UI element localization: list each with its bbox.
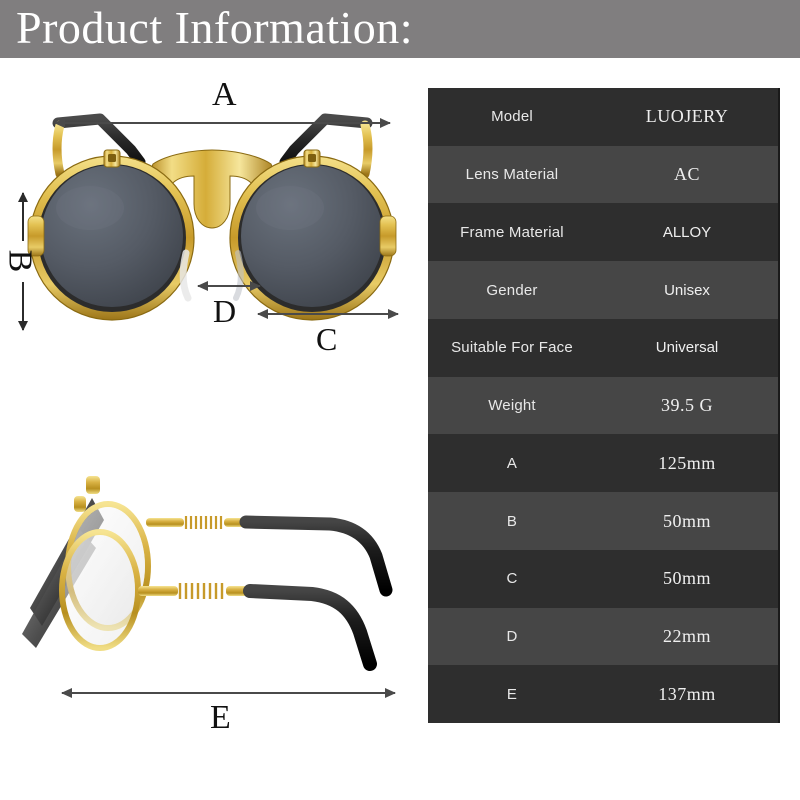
spec-row: Weight 39.5 G xyxy=(428,376,778,435)
spec-label: Model xyxy=(491,108,533,126)
spec-label: C xyxy=(506,570,518,588)
dimension-label-a: A xyxy=(212,76,237,113)
dimension-arrow-c xyxy=(257,309,399,319)
product-spec-table: Model LUOJERY Lens Material AC Frame Materia… xyxy=(428,88,780,723)
spec-label: Gender xyxy=(486,281,538,299)
spec-value: 50mm xyxy=(662,510,711,531)
spec-value: Unisex xyxy=(664,281,710,299)
spec-label: Weight xyxy=(488,397,536,415)
spec-row: Model LUOJERY xyxy=(428,88,778,146)
spec-row: A 125mm xyxy=(428,434,778,493)
page-title: Product Information: xyxy=(16,2,414,53)
spec-value: 125mm xyxy=(658,452,716,473)
spec-label: A xyxy=(506,454,518,472)
spec-value: 22mm xyxy=(662,625,711,646)
dimension-arrow-a xyxy=(54,118,391,128)
spec-value: AC xyxy=(673,164,700,185)
spec-row: Lens Material AC xyxy=(428,145,778,204)
spec-value: Universal xyxy=(655,339,719,357)
side-view-sunglasses xyxy=(22,476,393,671)
dimension-arrow-b-upper xyxy=(18,192,28,241)
product-figure-panel: A B D C E xyxy=(0,58,425,800)
spec-row: Suitable For Face Universal xyxy=(428,318,778,377)
dimension-label-d: D xyxy=(213,293,237,329)
dimension-label-e: E xyxy=(210,699,231,736)
spec-row: C 50mm xyxy=(428,549,778,608)
spec-label: Frame Material xyxy=(460,223,564,241)
spec-value: LUOJERY xyxy=(645,106,729,127)
spec-label: Lens Material xyxy=(465,166,559,184)
spec-row: E 137mm xyxy=(428,665,778,723)
dimension-arrow-d xyxy=(197,281,261,291)
spec-row: B 50mm xyxy=(428,492,778,550)
spec-value: ALLOY xyxy=(662,223,712,241)
spec-value: 137mm xyxy=(658,683,716,704)
spec-label: D xyxy=(506,627,518,645)
spec-value: 39.5 G xyxy=(661,395,713,416)
spec-row: D 22mm xyxy=(428,607,778,666)
spec-row: Frame Material ALLOY xyxy=(428,203,778,262)
dimension-label-c: C xyxy=(316,321,338,357)
dimension-arrow-e xyxy=(61,688,396,698)
spec-label: E xyxy=(506,685,518,703)
dimension-label-b: B xyxy=(1,249,39,273)
page-header-bar: Product Information: xyxy=(0,0,800,58)
spec-row: Gender Unisex xyxy=(428,261,778,319)
spec-label: B xyxy=(506,512,518,530)
spec-label: Suitable For Face xyxy=(451,339,573,357)
spec-value: 50mm xyxy=(662,568,711,589)
dimension-arrow-b-lower xyxy=(18,282,28,331)
